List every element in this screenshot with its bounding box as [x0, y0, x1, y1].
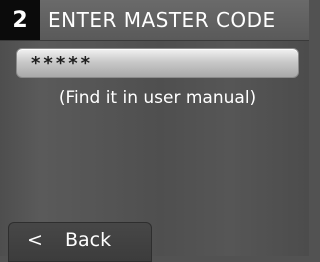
- page-title: ENTER MASTER CODE: [48, 8, 276, 32]
- step-number-badge: 2: [0, 0, 40, 40]
- chevron-left-icon: <: [27, 229, 43, 251]
- keypad-screen: 2 ENTER MASTER CODE ***** (Find it in us…: [0, 0, 309, 262]
- header-bar: 2 ENTER MASTER CODE: [0, 0, 309, 41]
- master-code-field[interactable]: *****: [16, 48, 299, 78]
- back-button[interactable]: < Back: [8, 222, 152, 262]
- back-button-label: Back: [65, 229, 112, 251]
- hint-text: (Find it in user manual): [58, 88, 257, 108]
- master-code-value: *****: [31, 52, 94, 74]
